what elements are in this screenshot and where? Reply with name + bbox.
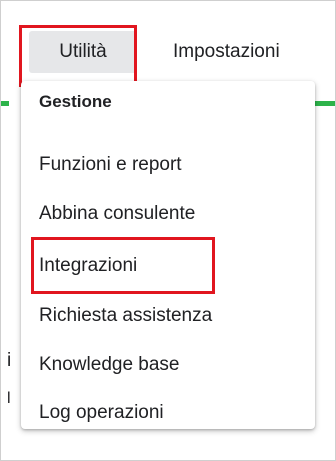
accent-strip-left — [1, 101, 9, 106]
background-text-fragment: l — [7, 390, 11, 407]
highlight-box-integrazioni — [31, 237, 215, 294]
highlight-box-utilita — [19, 25, 137, 87]
menu-tab-impostazioni[interactable]: Impostazioni — [161, 31, 321, 73]
menu-item-funzioni-e-report[interactable]: Funzioni e report — [39, 154, 182, 176]
menu-item-richiesta-assistenza[interactable]: Richiesta assistenza — [39, 305, 212, 327]
accent-strip-right — [313, 101, 335, 106]
screenshot-frame: Utilità Impostazioni i l Gestione Funzio… — [0, 0, 336, 461]
dropdown-section-heading: Gestione — [39, 92, 112, 111]
menu-item-abbina-consulente[interactable]: Abbina consulente — [39, 203, 195, 225]
menu-item-knowledge-base[interactable]: Knowledge base — [39, 354, 180, 376]
background-text-fragment: i — [7, 350, 12, 371]
menu-item-log-operazioni[interactable]: Log operazioni — [39, 402, 164, 424]
